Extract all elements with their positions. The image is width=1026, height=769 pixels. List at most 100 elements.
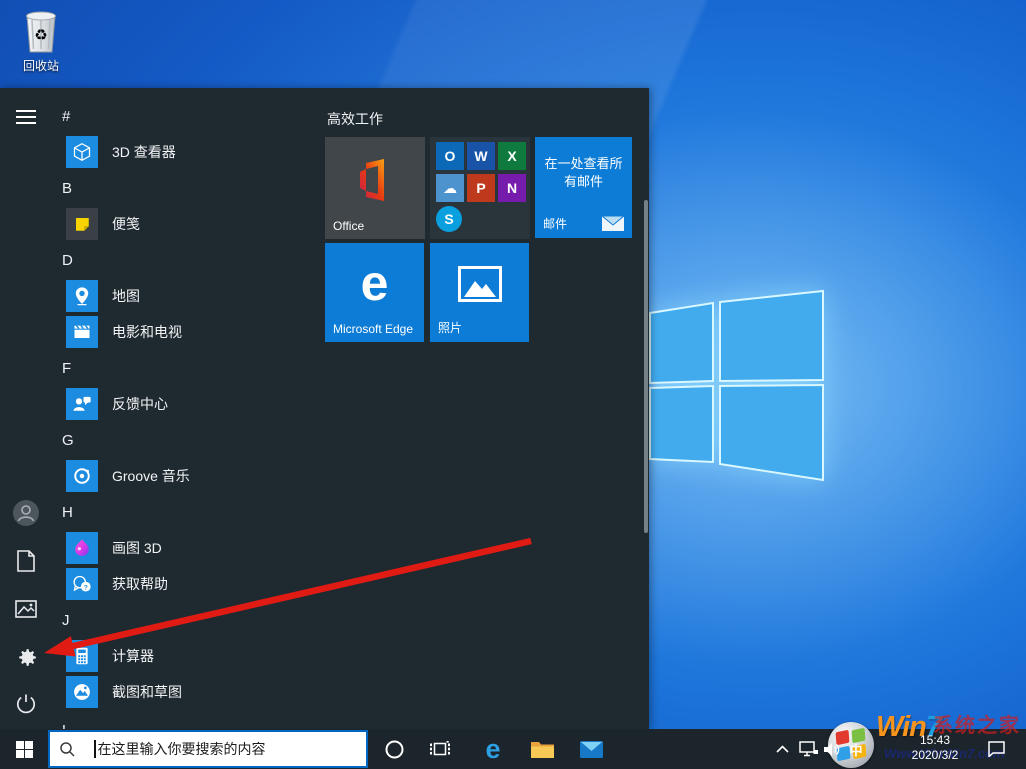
tray-network-button[interactable] (796, 729, 820, 769)
taskbar-edge-button[interactable]: e (477, 729, 509, 769)
tile-group-header[interactable]: 高效工作 (327, 109, 383, 129)
documents-button[interactable] (12, 547, 40, 575)
office-logo-icon (360, 159, 384, 201)
app-label: 获取帮助 (112, 576, 168, 592)
groove-music-icon (66, 460, 98, 492)
tray-volume-button[interactable] (821, 729, 843, 769)
section-letter-l[interactable]: L (62, 722, 102, 729)
network-icon (798, 741, 818, 757)
tile-label: 照片 (438, 321, 463, 335)
text-caret (94, 740, 96, 758)
cortana-icon (385, 740, 403, 758)
app-label: 截图和草图 (112, 684, 182, 700)
section-letter-j[interactable]: J (62, 612, 102, 632)
svg-text:♻: ♻ (34, 26, 47, 44)
windows-desktop: ♻ 回收站 # 3D 查看器 B 便笺 D 地图 电影和电视 F 反馈中心 G … (0, 0, 1026, 769)
tray-overflow-chevron[interactable] (770, 729, 794, 769)
action-center-button[interactable] (982, 729, 1010, 769)
recycle-bin-icon: ♻ (26, 11, 56, 53)
movies-tv-icon (66, 316, 98, 348)
power-icon (16, 694, 36, 714)
mail-envelope-icon (602, 216, 624, 231)
taskbar-search-input[interactable]: 在这里输入你要搜索的内容 (48, 730, 368, 768)
tile-mail[interactable]: 在一处查看所有邮件 邮件 (535, 137, 632, 238)
section-letter-b[interactable]: B (62, 180, 102, 200)
power-button[interactable] (12, 690, 40, 718)
excel-icon: X (498, 142, 526, 170)
tray-clock[interactable]: 15:43 2020/3/2 (903, 733, 967, 765)
hamburger-icon (16, 110, 36, 124)
search-placeholder: 在这里输入你要搜索的内容 (97, 741, 266, 757)
tile-label: Microsoft Edge (333, 322, 414, 336)
app-label: 画图 3D (112, 540, 162, 556)
mail-tile-heading: 在一处查看所有邮件 (544, 156, 623, 189)
skype-icon: S (436, 206, 462, 232)
settings-button[interactable] (12, 643, 40, 671)
user-account-button[interactable] (12, 499, 40, 527)
svg-text:?: ? (84, 584, 88, 591)
onedrive-icon: ☁ (436, 174, 464, 202)
app-item-maps[interactable]: 地图 (62, 278, 318, 314)
section-letter-d[interactable]: D (62, 252, 102, 272)
snip-sketch-icon (66, 676, 98, 708)
app-item-calculator[interactable]: 计算器 (62, 638, 318, 674)
task-view-button[interactable] (424, 729, 456, 769)
app-item-sticky-notes[interactable]: 便笺 (62, 206, 318, 242)
feedback-hub-icon (66, 388, 98, 420)
tiles-scrollbar[interactable] (644, 200, 648, 533)
windows-start-icon (15, 740, 33, 758)
start-button[interactable] (0, 729, 48, 769)
section-letter-hash[interactable]: # (62, 108, 102, 128)
app-item-feedback-hub[interactable]: 反馈中心 (62, 386, 318, 422)
paint-3d-icon (66, 532, 98, 564)
section-letter-f[interactable]: F (62, 360, 102, 380)
gear-icon (18, 648, 36, 666)
search-icon (60, 741, 75, 757)
taskbar-mail-button[interactable] (575, 729, 607, 769)
app-item-paint-3d[interactable]: 画图 3D (62, 530, 318, 566)
edge-icon: e (485, 733, 501, 764)
tile-photos[interactable]: 照片 (430, 243, 529, 342)
app-item-get-help[interactable]: ? 获取帮助 (62, 566, 318, 602)
section-letter-h[interactable]: H (62, 504, 102, 524)
taskbar-file-explorer-button[interactable] (526, 729, 558, 769)
pictures-button[interactable] (12, 595, 40, 623)
recycle-bin[interactable]: ♻ 回收站 (10, 8, 72, 80)
menu-expand-button[interactable] (12, 103, 40, 131)
calculator-icon (66, 640, 98, 672)
app-label: 电影和电视 (112, 324, 182, 340)
onenote-icon: N (498, 174, 526, 202)
tray-time: 15:43 (919, 733, 951, 747)
recycle-bin-label: 回收站 (22, 59, 59, 73)
section-letter-g[interactable]: G (62, 432, 102, 452)
user-avatar-icon (13, 500, 39, 526)
speaker-icon (823, 742, 839, 756)
app-label: 反馈中心 (112, 396, 168, 412)
tile-label: 邮件 (543, 217, 568, 231)
tile-label: Office (333, 219, 365, 233)
ime-mode-indicator[interactable]: 中 (846, 729, 866, 769)
app-item-movies-tv[interactable]: 电影和电视 (62, 314, 318, 350)
photos-icon (458, 266, 502, 302)
cortana-button[interactable] (378, 729, 410, 769)
tile-office[interactable]: Office (325, 137, 425, 239)
app-label: 3D 查看器 (112, 144, 176, 160)
app-label: 计算器 (112, 648, 154, 664)
tile-microsoft-edge[interactable]: e Microsoft Edge (325, 243, 424, 342)
outlook-icon: O (436, 142, 464, 170)
windows-wallpaper-logo (649, 289, 824, 482)
app-label: Groove 音乐 (112, 468, 190, 484)
pictures-icon (15, 600, 37, 618)
chevron-up-icon (775, 745, 789, 753)
tile-office-folder[interactable]: O W X ☁ P N S (430, 137, 530, 239)
file-explorer-icon (530, 742, 554, 758)
powerpoint-icon: P (467, 174, 495, 202)
mail-icon (579, 740, 603, 758)
document-icon (17, 550, 35, 572)
app-item-3d-viewer[interactable]: 3D 查看器 (62, 134, 318, 170)
app-item-snip-sketch[interactable]: 截图和草图 (62, 674, 318, 710)
app-item-groove-music[interactable]: Groove 音乐 (62, 458, 318, 494)
get-help-icon: ? (66, 568, 98, 600)
app-label: 地图 (112, 288, 140, 304)
taskbar: 在这里输入你要搜索的内容 e 中 15:43 2020/3/2 (0, 729, 1026, 769)
